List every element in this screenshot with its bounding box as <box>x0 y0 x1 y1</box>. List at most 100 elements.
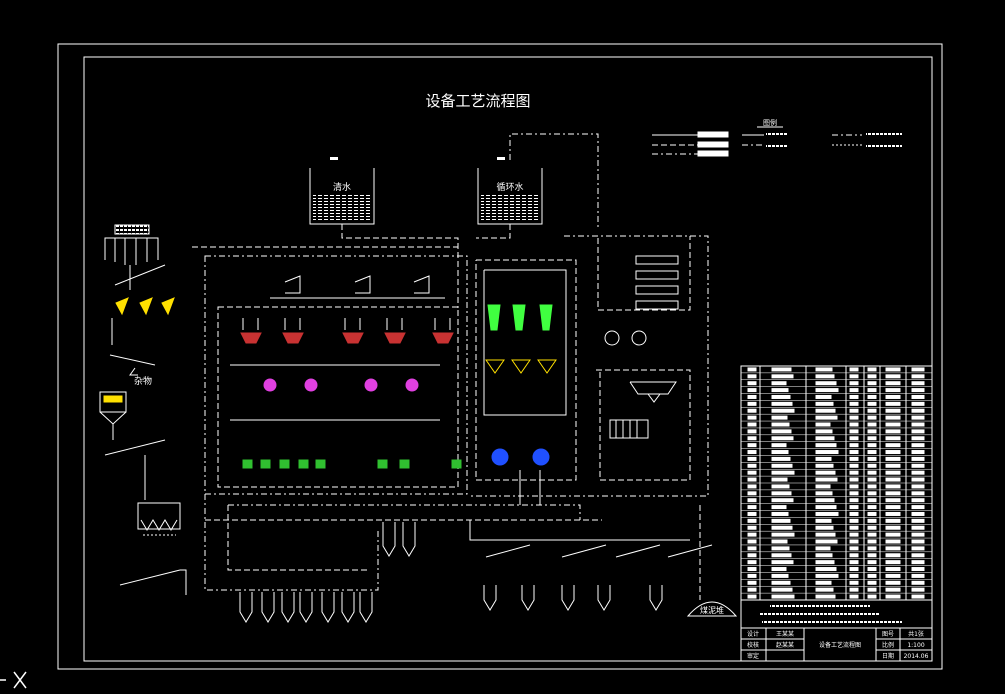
table-cell-text <box>867 422 877 427</box>
debris-label: 杂物 <box>134 375 152 387</box>
table-cell-text <box>885 573 901 578</box>
table-cell-text <box>747 367 757 372</box>
table-cell-text <box>771 553 792 558</box>
table-cell-text <box>911 518 925 523</box>
table-cell-text <box>815 505 837 510</box>
table-cell-text <box>885 560 901 565</box>
table-cell-text <box>885 394 901 399</box>
table-cell-text <box>849 498 859 503</box>
table-cell-text <box>771 498 794 503</box>
ucs-axis-icon <box>0 671 27 689</box>
product-bins <box>239 522 416 623</box>
table-cell-text <box>911 381 925 386</box>
table-cell-text <box>867 505 877 510</box>
table-cell-text <box>911 560 925 565</box>
table-cell-text <box>867 580 877 585</box>
table-cell-text <box>911 553 925 558</box>
title-block-date: 2014.06 <box>904 653 929 660</box>
table-cell-text <box>815 436 835 441</box>
table-cell-text <box>885 422 901 427</box>
table-cell-text <box>849 539 859 544</box>
table-cell-text <box>747 436 757 441</box>
table-cell-text <box>771 463 793 468</box>
table-cell-text <box>911 546 925 551</box>
table-cell-text <box>849 594 859 599</box>
table-cell-text <box>771 394 791 399</box>
table-cell-text <box>911 415 925 420</box>
table-cell-text <box>771 539 788 544</box>
table-cell-text <box>771 484 790 489</box>
inner-frame <box>83 56 933 662</box>
title-block-design-label: 设计 <box>747 630 759 638</box>
table-cell-text <box>911 484 925 489</box>
table-cell-text <box>771 477 788 482</box>
table-cell-text <box>885 498 901 503</box>
table-cell-text <box>747 477 757 482</box>
table-cell-text <box>849 463 859 468</box>
table-cell-text <box>911 401 925 406</box>
table-cell-text <box>849 511 859 516</box>
table-cell-text <box>885 532 901 537</box>
table-cell-text <box>815 532 836 537</box>
table-cell-text <box>849 587 859 592</box>
table-cell-text <box>849 518 859 523</box>
table-cell-text <box>747 463 757 468</box>
table-cell-text <box>911 408 925 413</box>
table-cell-text <box>885 367 901 372</box>
table-cell-text <box>771 580 791 585</box>
table-cell-text <box>867 498 877 503</box>
table-cell-text <box>747 518 757 523</box>
table-cell-text <box>815 560 835 565</box>
drawing-title: 设备工艺流程图 <box>425 92 530 110</box>
table-cell-text <box>885 525 901 530</box>
table-cell-text <box>815 477 838 482</box>
table-cell-text <box>911 477 925 482</box>
table-cell-text <box>849 456 859 461</box>
table-cell-text <box>747 401 757 406</box>
table-cell-text <box>911 525 925 530</box>
table-cell-text <box>885 580 901 585</box>
table-cell-text <box>815 422 831 427</box>
table-cell-text <box>771 594 795 599</box>
table-cell-text <box>867 539 877 544</box>
table-cell-text <box>885 539 901 544</box>
table-cell-text <box>771 560 794 565</box>
right-equipment <box>604 255 679 439</box>
table-cell-text <box>771 450 789 455</box>
table-cell-text <box>747 525 757 530</box>
table-cell-text <box>815 573 839 578</box>
table-cell-text <box>849 450 859 455</box>
title-block-designer: 王某某 <box>776 631 794 638</box>
table-cell-text <box>771 415 788 420</box>
table-cell-text <box>771 532 795 537</box>
table-cell-text <box>885 456 901 461</box>
table-cell-text <box>747 484 757 489</box>
table-cell-text <box>867 567 877 572</box>
table-cell-text <box>747 470 757 475</box>
table-cell-text <box>867 484 877 489</box>
table-cell-text <box>849 422 859 427</box>
table-cell-text <box>885 450 901 455</box>
process-flow-drawing: 设备工艺流程图 图例 清水 循环水 杂物 煤泥堆 设计 校核 审定 王某某 赵某… <box>0 43 943 689</box>
table-cell-text <box>849 381 859 386</box>
table-cell-text <box>867 408 877 413</box>
table-cell-text <box>815 546 831 551</box>
table-cell-text <box>867 560 877 565</box>
table-cell-text <box>849 443 859 448</box>
table-cell-text <box>771 505 787 510</box>
table-cell-text <box>747 539 757 544</box>
table-cell-text <box>747 374 757 379</box>
table-cell-text <box>849 394 859 399</box>
table-cell-text <box>747 388 757 393</box>
table-cell-text <box>911 388 925 393</box>
table-cell-text <box>849 553 859 558</box>
table-cell-text <box>911 567 925 572</box>
table-cell-text <box>747 511 757 516</box>
column-flotation <box>487 304 553 331</box>
table-cell-text <box>815 456 832 461</box>
table-cell-text <box>849 580 859 585</box>
table-cell-text <box>911 463 925 468</box>
raw-coal-receiving: 杂物 <box>99 224 187 595</box>
table-cell-text <box>849 532 859 537</box>
table-cell-text <box>747 532 757 537</box>
